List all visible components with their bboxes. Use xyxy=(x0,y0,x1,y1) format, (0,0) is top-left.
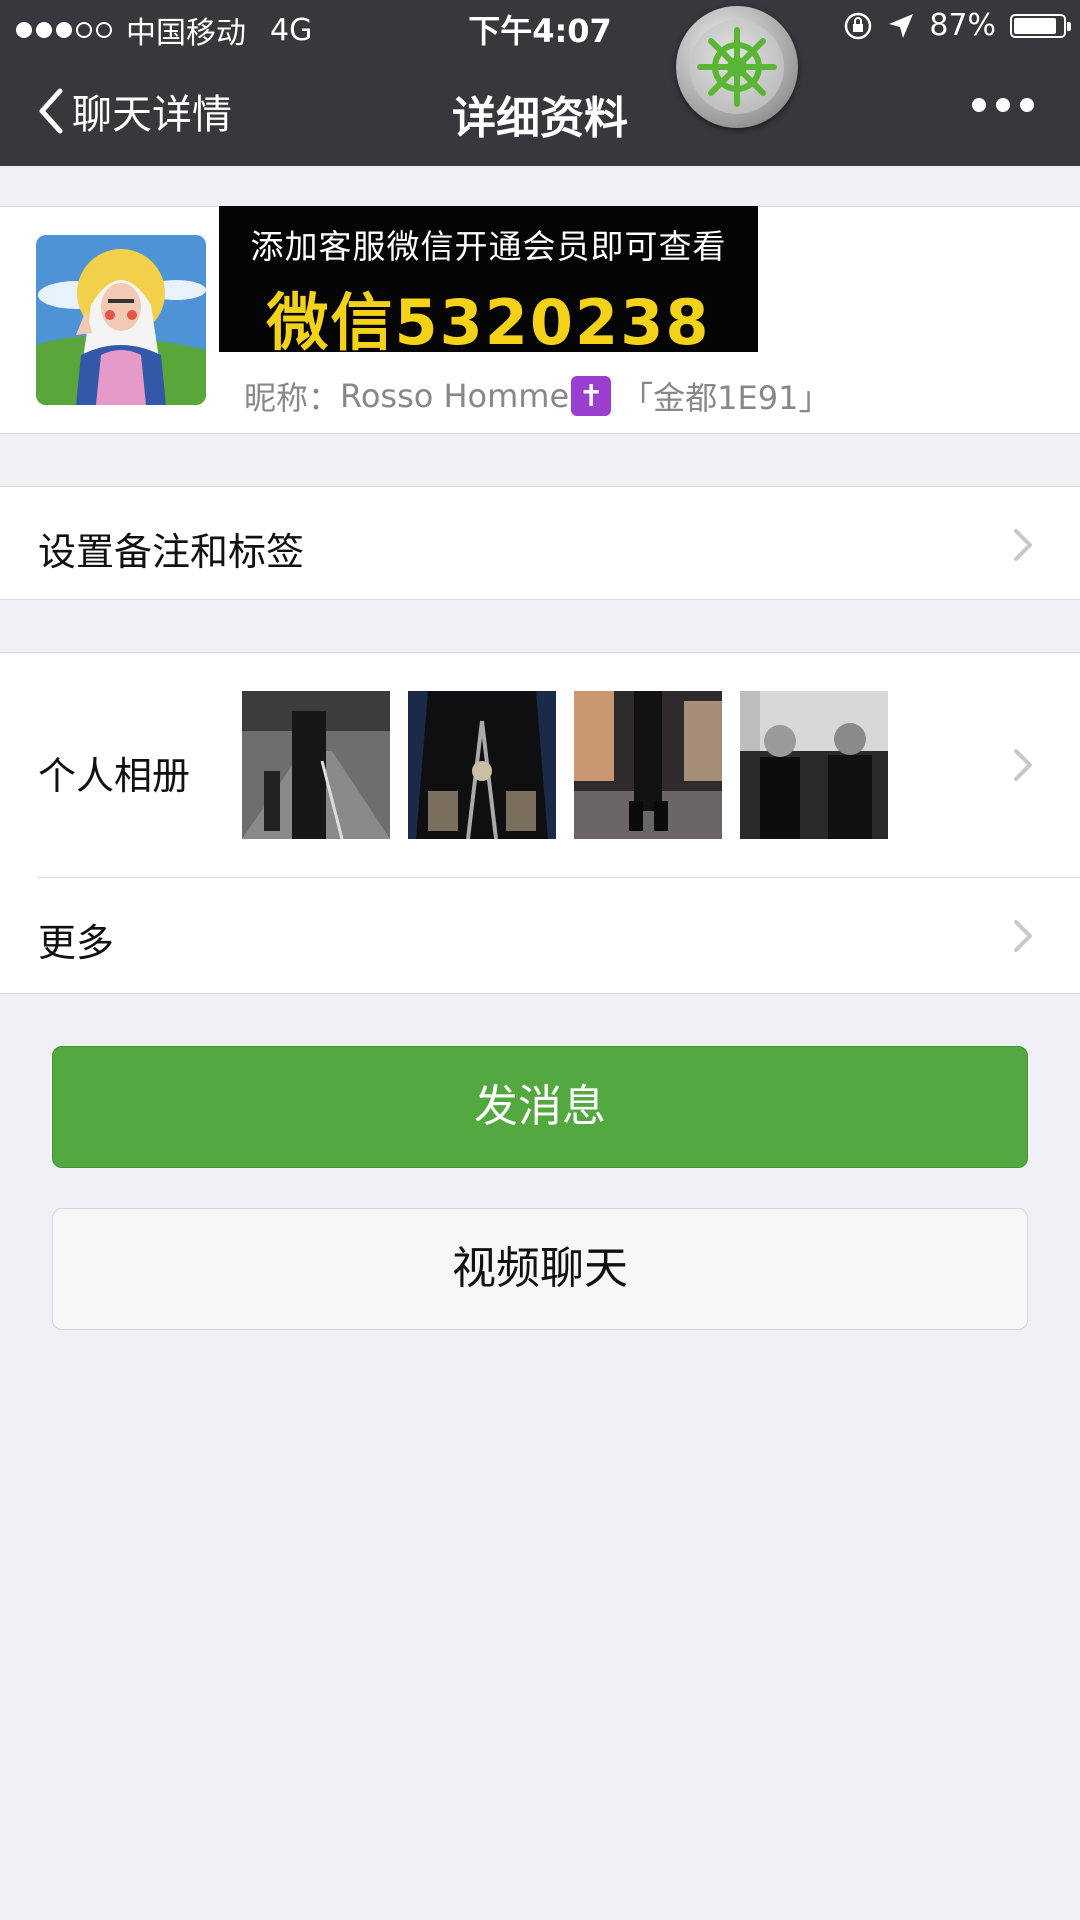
helm-float-button[interactable] xyxy=(676,6,798,128)
status-right: 87% xyxy=(843,8,1071,43)
rotation-lock-icon xyxy=(845,12,872,39)
page-title: 详细资料 xyxy=(452,93,628,144)
album-photo xyxy=(574,691,722,839)
more-row[interactable]: 更多 xyxy=(0,878,1080,993)
navigation-bar: 聊天详情 详细资料 xyxy=(0,54,1080,166)
chevron-right-icon xyxy=(1014,529,1032,561)
video-chat-button[interactable]: 视频聊天 xyxy=(52,1208,1028,1330)
album-section: 个人相册 更多 xyxy=(0,652,1080,994)
album-photo xyxy=(408,691,556,839)
album-photo xyxy=(740,691,888,839)
set-remark-row[interactable]: 设置备注和标签 xyxy=(0,486,1080,600)
send-message-button[interactable]: 发消息 xyxy=(52,1046,1028,1168)
ad-line-2: 微信5320238 xyxy=(266,286,711,359)
more-label: 更多 xyxy=(38,921,115,965)
album-photos xyxy=(242,691,888,839)
battery-percent: 87% xyxy=(929,8,996,43)
nickname-label: 昵称： xyxy=(244,379,341,417)
album-photo xyxy=(242,691,390,839)
ad-line-1: 添加客服微信开通会员即可查看 xyxy=(250,227,727,266)
ship-wheel-icon xyxy=(697,27,777,107)
avatar-image xyxy=(36,235,206,405)
latin-cross-icon: ✝ xyxy=(571,376,612,416)
nickname-suffix: 「金都1E91」 xyxy=(621,379,831,417)
chevron-right-icon xyxy=(1014,920,1032,952)
ellipsis-icon xyxy=(972,98,986,112)
chevron-right-icon xyxy=(1014,749,1032,781)
ad-banner: 添加客服微信开通会员即可查看 微信5320238 xyxy=(219,206,758,359)
top-bar: 中国移动 4G 下午4:07 87% 聊天详情 详细资料 xyxy=(0,0,1080,166)
location-arrow-icon xyxy=(889,13,914,38)
set-remark-label: 设置备注和标签 xyxy=(38,530,305,574)
nickname-value: Rosso Homme xyxy=(340,377,570,415)
battery-icon xyxy=(1010,13,1071,38)
status-bar: 中国移动 4G 下午4:07 87% xyxy=(0,0,1080,54)
album-row[interactable]: 个人相册 xyxy=(0,653,1080,877)
nickname-line: 昵称： Rosso Homme ✝ 「金都1E91」 xyxy=(244,373,830,419)
album-label: 个人相册 xyxy=(38,754,191,798)
more-options-button[interactable] xyxy=(972,98,1034,112)
avatar[interactable] xyxy=(36,235,206,405)
